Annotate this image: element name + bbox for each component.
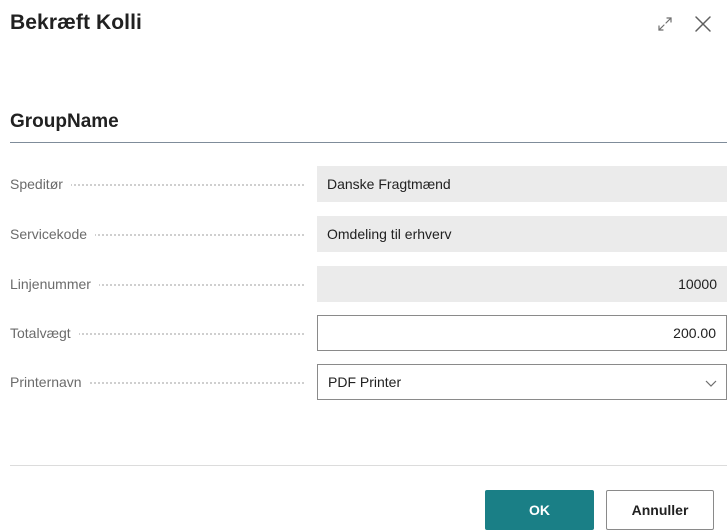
- servicekode-value: Omdeling til erhverv: [317, 216, 727, 252]
- ok-button[interactable]: OK: [485, 490, 594, 530]
- group-header: GroupName: [10, 111, 119, 132]
- field-row-servicekode: Servicekode Omdeling til erhverv: [10, 216, 727, 252]
- field-label-servicekode: Servicekode: [10, 216, 308, 252]
- field-row-printernavn: Printernavn PDF Printer: [10, 364, 727, 400]
- printernavn-select[interactable]: PDF Printer: [317, 364, 727, 400]
- field-label-printernavn: Printernavn: [10, 364, 308, 400]
- field-row-speditor: Speditør Danske Fragtmænd: [10, 166, 727, 202]
- title-icons: [653, 12, 715, 36]
- field-row-linjenummer: Linjenummer 10000: [10, 266, 727, 302]
- dialog-title: Bekræft Kolli: [10, 11, 142, 34]
- field-label-speditor: Speditør: [10, 166, 308, 202]
- field-label-linjenummer: Linjenummer: [10, 266, 308, 302]
- linjenummer-value: 10000: [317, 266, 727, 302]
- group-divider: [10, 142, 727, 143]
- field-label-totalvaegt: Totalvægt: [10, 315, 308, 351]
- close-icon[interactable]: [691, 12, 715, 36]
- printernavn-selected-value: PDF Printer: [328, 374, 402, 390]
- dialog: Bekræft Kolli GroupName Speditør Danske …: [0, 0, 727, 530]
- field-label-text: Linjenummer: [10, 276, 99, 292]
- speditor-value: Danske Fragtmænd: [317, 166, 727, 202]
- field-label-text: Totalvægt: [10, 325, 79, 341]
- field-row-totalvaegt: Totalvægt 200.00: [10, 315, 727, 351]
- cancel-button[interactable]: Annuller: [606, 490, 714, 530]
- chevron-down-icon: [705, 380, 717, 387]
- totalvaegt-input[interactable]: 200.00: [317, 315, 727, 351]
- footer-divider: [10, 465, 727, 466]
- expand-icon[interactable]: [653, 12, 677, 36]
- field-label-text: Servicekode: [10, 226, 96, 242]
- field-label-text: Speditør: [10, 176, 71, 192]
- field-label-text: Printernavn: [10, 374, 90, 390]
